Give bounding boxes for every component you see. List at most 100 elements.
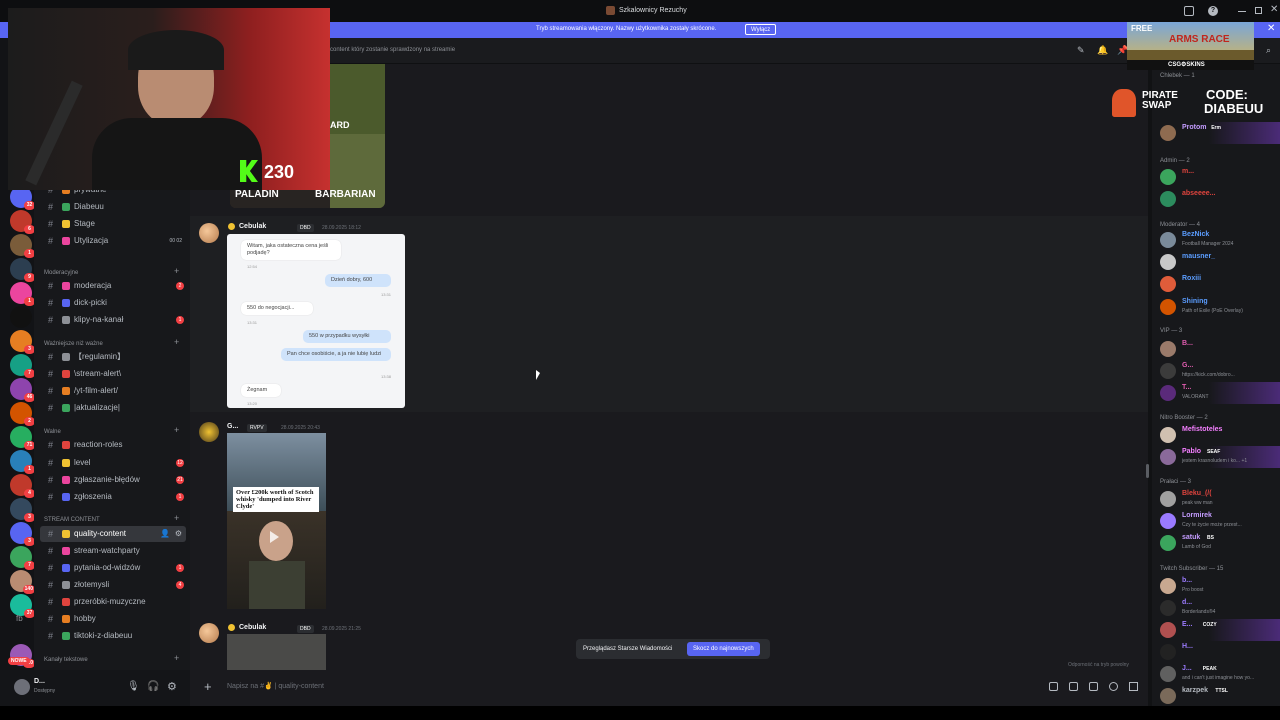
member-section-chlebek[interactable]: Chlebek — 1	[1160, 73, 1195, 79]
member-row[interactable]: b... Pro boost	[1160, 575, 1280, 597]
help-icon[interactable]: ?	[1208, 6, 1218, 16]
maximize-icon[interactable]	[1255, 7, 1262, 14]
member-row[interactable]: Lormirek Czy te życie może przest...	[1160, 510, 1280, 532]
inbox-icon[interactable]	[1184, 6, 1194, 16]
channel-stream-2[interactable]: # pytania-od-widzów 1	[40, 560, 186, 576]
gift-icon[interactable]	[1049, 682, 1058, 691]
member-section-twitch[interactable]: Twitch Subscriber — 15	[1160, 566, 1223, 572]
play-icon[interactable]	[270, 531, 279, 543]
channel-mod-1[interactable]: # dick-picki	[40, 295, 186, 311]
member-row[interactable]: BezNick Football Manager 2024	[1160, 229, 1280, 251]
member-row[interactable]: Roxiii	[1160, 273, 1280, 295]
channel-stream-3[interactable]: # złotemysli 4	[40, 577, 186, 593]
banner-close-icon[interactable]: ✕	[1267, 23, 1275, 34]
member-list-scrollbar[interactable]	[1146, 464, 1149, 478]
channel-top-3[interactable]: # Utylizacja 00 02	[40, 233, 186, 249]
member-row[interactable]: J... PEAK and i can't just imagine how yo.…	[1160, 663, 1280, 685]
add-channel-icon[interactable]: +	[174, 425, 179, 435]
server-icon[interactable]: 1	[10, 450, 35, 474]
channel-top-1[interactable]: # Diabeuu	[40, 199, 186, 215]
server-icon[interactable]: 1	[10, 234, 35, 258]
channel-category[interactable]: Kanały tekstowe	[44, 655, 184, 665]
member-row[interactable]: abseeee...	[1160, 188, 1280, 210]
avatar[interactable]	[199, 223, 219, 243]
channel-important-2[interactable]: # /yt-film-alert/	[40, 383, 186, 399]
notification-bell-icon[interactable]: 🔔	[1097, 45, 1108, 55]
member-row[interactable]: Bleku_(/(peak ww man	[1160, 488, 1280, 510]
server-icon[interactable]	[10, 306, 32, 328]
channel-general-1[interactable]: # level 12	[40, 455, 186, 471]
channel-stream-0[interactable]: # quality-content 👤 ⚙	[40, 526, 186, 542]
member-row[interactable]: G... https://kick.com/dobro...	[1160, 360, 1280, 382]
member-row[interactable]: m...	[1160, 166, 1280, 188]
channel-general-2[interactable]: # zgłaszanie-błędów 21	[40, 472, 186, 488]
avatar[interactable]	[199, 422, 219, 442]
user-avatar[interactable]	[14, 679, 30, 695]
server-icon[interactable]: 3	[10, 330, 35, 354]
settings-gear-icon[interactable]: ⚙	[167, 680, 177, 693]
video-embed[interactable]: Over £200k worth of Scotch whisky 'dumpe…	[227, 433, 326, 609]
embedded-image[interactable]	[227, 634, 326, 670]
channel-mod-0[interactable]: # moderacja 2	[40, 278, 186, 294]
message-author[interactable]: G...	[227, 423, 238, 430]
channel-settings-icon[interactable]: ⚙	[175, 526, 182, 542]
chat-screenshot-image[interactable]: Witam, jaka ostateczna cena jeśli podjad…	[227, 234, 405, 408]
member-row[interactable]: H...	[1160, 641, 1280, 663]
server-icon[interactable]: 140	[10, 570, 35, 594]
member-row[interactable]: karzpek TTSL	[1160, 685, 1280, 707]
server-icon[interactable]: 37	[10, 594, 35, 618]
emoji-icon[interactable]	[1109, 682, 1118, 691]
member-row[interactable]: B...	[1160, 338, 1280, 360]
add-channel-icon[interactable]: +	[174, 266, 179, 276]
disable-streamer-mode-button[interactable]: Wyłącz	[745, 24, 777, 35]
member-section-nitro[interactable]: Nitro Booster — 2	[1160, 415, 1208, 421]
server-icon[interactable]: 9	[10, 258, 35, 282]
member-row[interactable]: satuk BS Lamb of God	[1160, 532, 1280, 554]
apps-icon[interactable]	[1129, 682, 1138, 691]
member-row[interactable]: mausner_	[1160, 251, 1280, 273]
member-section-moderator[interactable]: Moderator — 4	[1160, 222, 1200, 228]
invite-icon[interactable]: 👤	[160, 526, 170, 542]
channel-general-3[interactable]: # zgłoszenia 1	[40, 489, 186, 505]
channel-stream-4[interactable]: # przeróbki-muzyczne	[40, 594, 186, 610]
channel-general-0[interactable]: # reaction-roles	[40, 437, 186, 453]
channel-important-0[interactable]: # 【regulamin】	[40, 349, 186, 365]
rail-fb-label[interactable]: fb	[16, 614, 23, 623]
channel-category[interactable]: Ważniejsze niż ważne	[44, 339, 184, 349]
server-icon[interactable]: 46	[10, 378, 35, 402]
member-row[interactable]: d... Borderlands®4	[1160, 597, 1280, 619]
channel-mod-2[interactable]: # klipy-na-kanał 1	[40, 312, 186, 328]
message-input[interactable]: Napisz na #✌ | quality-content	[227, 682, 324, 690]
jump-to-present-button[interactable]: Skocz do najnowszych	[687, 642, 760, 656]
channel-important-1[interactable]: # \stream-alert\	[40, 366, 186, 382]
channel-category[interactable]: STREAM CONTENT	[44, 515, 184, 525]
channel-category[interactable]: Walne	[44, 427, 184, 437]
member-row[interactable]: E... COZY	[1160, 619, 1280, 641]
member-section-vip[interactable]: VIP — 3	[1160, 328, 1182, 334]
attach-plus-icon[interactable]: +	[204, 679, 212, 694]
channel-stream-6[interactable]: # tiktoki-z-diabeuu	[40, 628, 186, 644]
headphones-icon[interactable]: 🎧	[147, 681, 159, 692]
server-icon[interactable]: 3	[10, 498, 35, 522]
channel-category[interactable]: Moderacyjne	[44, 268, 184, 278]
close-icon[interactable]: ✕	[1270, 4, 1278, 15]
add-channel-icon[interactable]: +	[174, 653, 179, 663]
channel-stream-5[interactable]: # hobby	[40, 611, 186, 627]
member-row[interactable]: Pablo SEAF jestem krasnoludem i ko... +1	[1160, 446, 1280, 468]
avatar[interactable]	[199, 623, 219, 643]
channel-top-2[interactable]: # Stage	[40, 216, 186, 232]
server-icon[interactable]: 2	[10, 402, 35, 426]
server-icon[interactable]: 6	[10, 210, 35, 234]
add-channel-icon[interactable]: +	[174, 513, 179, 523]
sticker-icon[interactable]	[1089, 682, 1098, 691]
minimize-icon[interactable]	[1238, 11, 1246, 12]
server-icon[interactable]: 3	[10, 522, 35, 546]
server-icon[interactable]: 7	[10, 354, 35, 378]
member-row[interactable]: T... VALORANT	[1160, 382, 1280, 404]
threads-icon[interactable]: ✎	[1077, 45, 1087, 55]
member-section-pralaci[interactable]: Prałaci — 3	[1160, 479, 1191, 485]
member-section-admin[interactable]: Admin — 2	[1160, 158, 1190, 164]
search-icon[interactable]: ⌕	[1266, 45, 1271, 56]
member-row[interactable]: Protom Erm	[1160, 122, 1280, 144]
user-name[interactable]: D...	[34, 678, 45, 685]
